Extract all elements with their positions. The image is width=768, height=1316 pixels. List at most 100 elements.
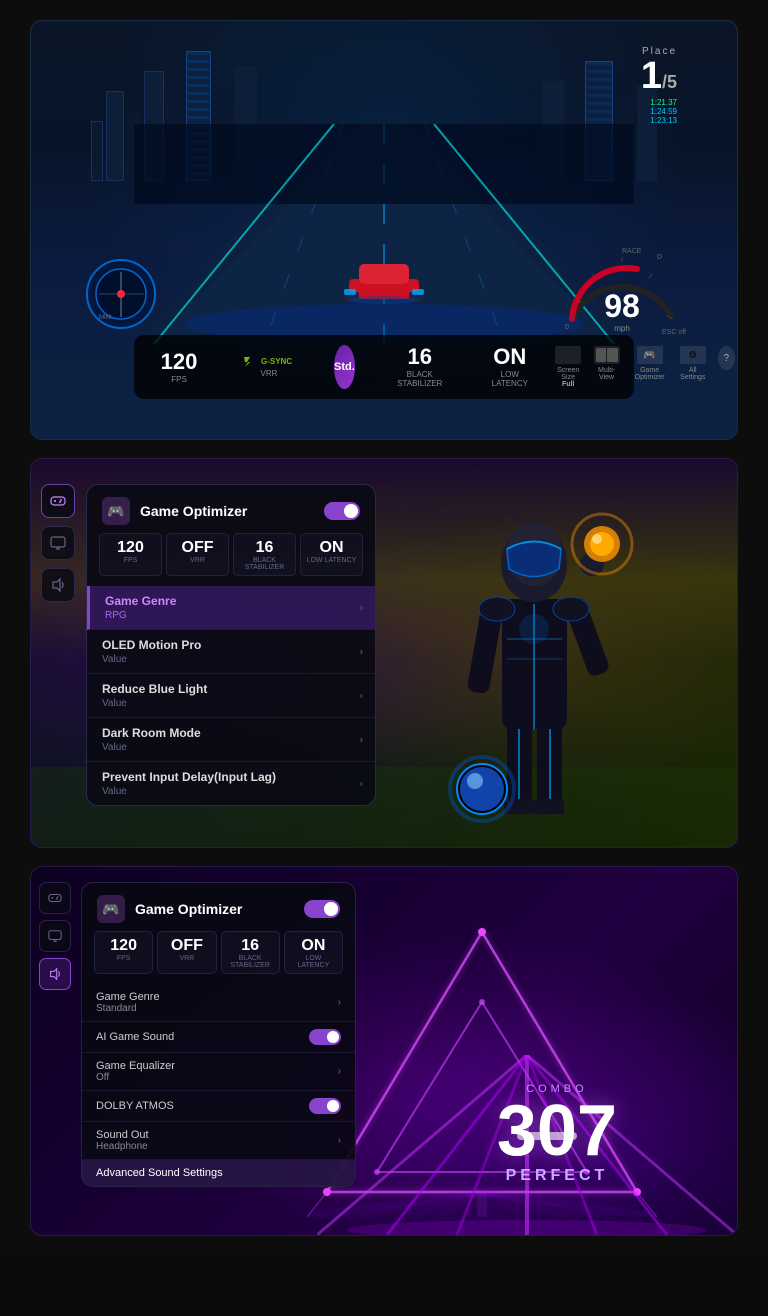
svg-text:D: D [657, 254, 662, 261]
sidebar-gamepad-btn[interactable] [41, 484, 75, 518]
sidebar-sound-btn[interactable] [41, 568, 75, 602]
svg-text:RACE: RACE [622, 248, 642, 255]
optimizer-toggle-3[interactable] [304, 900, 340, 918]
building [91, 121, 103, 181]
dark-room-arrow: › [360, 734, 363, 745]
stat-vrr-value: OFF [171, 538, 224, 557]
menu-3-advanced[interactable]: Advanced Sound Settings [82, 1160, 355, 1186]
stat-fps: 120 FPS [99, 533, 162, 576]
menu-item-input-delay[interactable]: Prevent Input Delay(Input Lag) Value › [87, 762, 375, 805]
hud-action-optimizer[interactable]: 🎮 Game Optimizer [632, 346, 668, 388]
menu-3-ai-sound[interactable]: AI Game Sound [82, 1022, 355, 1053]
hud-action-settings[interactable]: ⚙ All Settings [680, 346, 706, 388]
svg-text:0: 0 [565, 324, 569, 331]
stat-black: 16 Black Stabilizer [233, 533, 296, 576]
dolby-title: DOLBY ATMOS [96, 1100, 174, 1112]
sidebar-3-gamepad[interactable] [39, 882, 71, 914]
ai-sound-title: AI Game Sound [96, 1031, 174, 1043]
sound-out-title: Sound Out [96, 1129, 149, 1141]
help-button[interactable]: ? [718, 346, 735, 370]
menu-item-genre[interactable]: Game Genre RPG › [87, 586, 375, 630]
toggle-knob-3 [324, 902, 338, 916]
sidebar-3-sound[interactable] [39, 958, 71, 990]
svg-text:MINI: MINI [99, 315, 112, 321]
hud-action-full[interactable]: Screen Size Full [555, 346, 582, 388]
stat-3-latency-unit: Low Latency [289, 955, 338, 969]
race-position-display: Place 1/5 1:21.37 1:24.59 1:23:13 [641, 46, 677, 125]
equalizer-title: Game Equalizer [96, 1060, 175, 1072]
stat-3-fps: 120 FPS [94, 931, 153, 974]
stat-3-black-unit: Black Stabilizer [226, 955, 275, 969]
character-area [407, 469, 657, 837]
stat-3-fps-unit: FPS [99, 955, 148, 962]
black-stab-value: 16 [395, 346, 445, 368]
optimizer-header: 🎮 Game Optimizer [87, 485, 375, 533]
speedometer: 98 mph 0 D RACE ESC off [557, 239, 687, 339]
dark-room-title: Dark Room Mode [102, 726, 360, 740]
settings-icon: ⚙ [680, 346, 706, 364]
sidebar-icons [41, 484, 75, 602]
genre-title: Game Genre [105, 594, 360, 608]
genre-3-title: Game Genre [96, 991, 160, 1003]
latency-value: ON [485, 346, 535, 368]
menu-item-dark-room[interactable]: Dark Room Mode Value › [87, 718, 375, 762]
toggle-knob [344, 504, 358, 518]
optimizer-header-3: 🎮 Game Optimizer [82, 883, 355, 931]
menu-3-genre[interactable]: Game Genre Standard › [82, 984, 355, 1022]
dolby-knob [327, 1100, 339, 1112]
optimizer-panel-3: 🎮 Game Optimizer 120 FPS OFF VRR 16 Blac… [81, 882, 356, 1187]
stat-3-black: 16 Black Stabilizer [221, 931, 280, 974]
panel-racing-game: MINI Place 1/5 1:21.37 1:24.59 1:23:13 [30, 20, 738, 440]
reduce-blue-title: Reduce Blue Light [102, 682, 360, 696]
stat-3-vrr-unit: VRR [162, 955, 211, 962]
stat-fps-value: 120 [104, 538, 157, 557]
racing-car [339, 254, 429, 309]
menu-item-reduce-blue[interactable]: Reduce Blue Light Value › [87, 674, 375, 718]
ai-sound-knob [327, 1031, 339, 1043]
dolby-toggle[interactable] [309, 1098, 341, 1114]
mode-badge: Std. [334, 345, 355, 389]
dark-room-value: Value [102, 742, 360, 753]
optimizer-toggle[interactable] [324, 502, 360, 520]
ai-sound-toggle[interactable] [309, 1029, 341, 1045]
race-position: 1/5 [641, 57, 677, 95]
hud-action-multiview[interactable]: Multi-View [594, 346, 620, 388]
oled-motion-value: Value [102, 654, 360, 665]
stat-vrr-unit: VRR [171, 557, 224, 564]
optimizer-panel-2: 🎮 Game Optimizer 120 FPS OFF VRR 16 Blac… [86, 484, 376, 806]
latency-stat: ON Low Latency [485, 346, 535, 388]
genre-3-arrow: › [338, 997, 341, 1008]
input-delay-title: Prevent Input Delay(Input Lag) [102, 770, 360, 784]
sidebar-3-display[interactable] [39, 920, 71, 952]
menu-3-equalizer[interactable]: Game Equalizer Off › [82, 1053, 355, 1091]
genre-value: RPG [105, 610, 360, 621]
combo-perfect: PERFECT [497, 1167, 617, 1185]
all-settings-label: All Settings [680, 367, 706, 381]
full-icon [555, 346, 581, 364]
menu-3-sound-out[interactable]: Sound Out Headphone › [82, 1122, 355, 1160]
reduce-blue-value: Value [102, 698, 360, 709]
menu-item-oled-motion[interactable]: OLED Motion Pro Value › [87, 630, 375, 674]
svg-text:mph: mph [614, 324, 630, 333]
panel-sound: COMBO 307 PERFECT [30, 866, 738, 1236]
input-delay-value: Value [102, 786, 360, 797]
stats-row-3: 120 FPS OFF VRR 16 Black Stabilizer ON L… [82, 931, 355, 984]
optimizer-gamepad-icon: 🎮 [102, 497, 130, 525]
stat-3-vrr: OFF VRR [157, 931, 216, 974]
menu-3-dolby[interactable]: DOLBY ATMOS [82, 1091, 355, 1122]
sound-out-arrow: › [338, 1135, 341, 1146]
reduce-blue-arrow: › [360, 690, 363, 701]
sidebar-display-btn[interactable] [41, 526, 75, 560]
svg-text:ESC off: ESC off [662, 329, 686, 336]
optimizer-title-3: Game Optimizer [135, 901, 304, 917]
optimizer-title: Game Optimizer [140, 503, 324, 519]
game-hud-bar: 120 FPS G-SYNC VRR Std. 16 Black Stabili… [134, 335, 634, 399]
optimizer-icon: 🎮 [637, 346, 663, 364]
fps-label: FPS [154, 375, 204, 384]
multiview-label: Multi-View [594, 367, 620, 381]
multiview-icon [594, 346, 620, 364]
stat-black-value: 16 [238, 538, 291, 557]
stat-latency-unit: Low Latency [305, 557, 358, 564]
input-delay-arrow: › [360, 778, 363, 789]
panel-game-optimizer: 🎮 Game Optimizer 120 FPS OFF VRR 16 Blac… [30, 458, 738, 848]
